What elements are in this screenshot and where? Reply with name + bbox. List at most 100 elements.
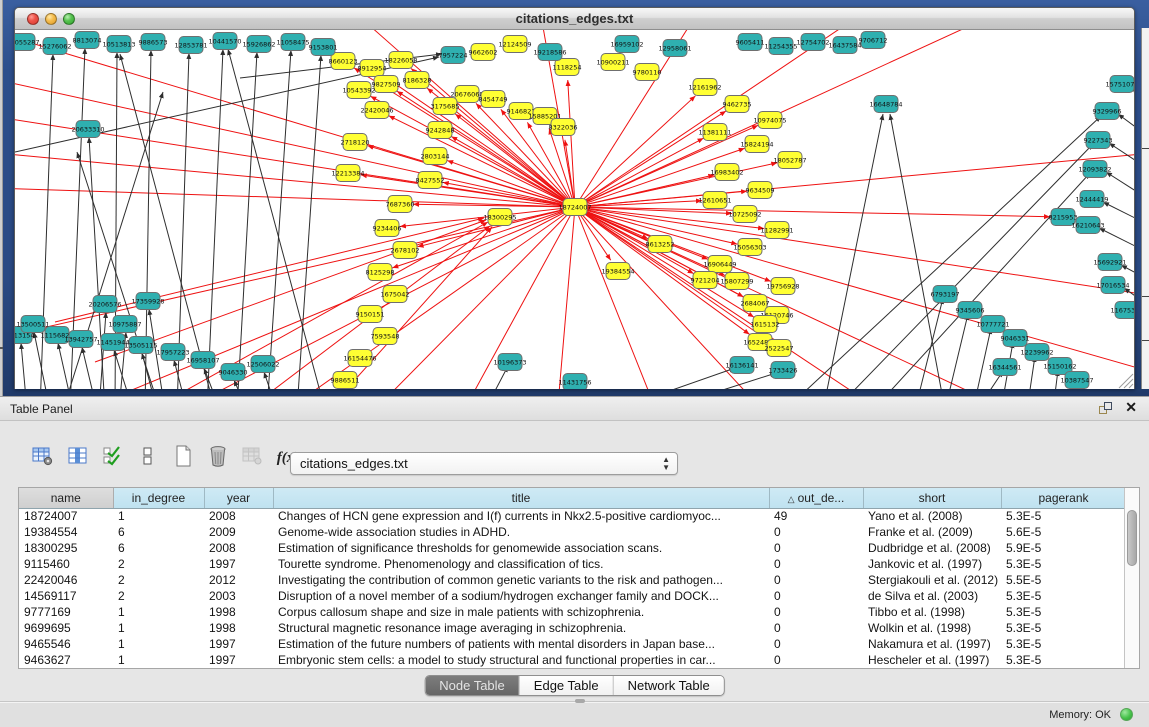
citation-edge-black[interactable] bbox=[177, 53, 189, 389]
table-cell[interactable]: 0 bbox=[769, 604, 863, 620]
table-cell[interactable]: Stergiakouli et al. (2012) bbox=[863, 572, 1001, 588]
graph-node-teal[interactable]: 6793197 bbox=[931, 286, 960, 303]
table-cell[interactable]: Tibbo et al. (1998) bbox=[863, 604, 1001, 620]
table-cell[interactable]: 22420046 bbox=[19, 572, 113, 588]
graph-node-yellow[interactable]: 8613252 bbox=[646, 236, 675, 253]
graph-node-teal[interactable]: 11431756 bbox=[558, 374, 591, 390]
table-cell[interactable]: Tourette syndrome. Phenomenology and cla… bbox=[273, 556, 769, 572]
graph-node-teal[interactable]: 17016534 bbox=[1096, 277, 1129, 294]
table-cell[interactable]: 9115460 bbox=[19, 556, 113, 572]
graph-node-teal[interactable]: 17957223 bbox=[156, 344, 189, 361]
citation-edge-red[interactable] bbox=[555, 207, 575, 389]
table-cell[interactable]: Estimation of significance thresholds fo… bbox=[273, 540, 769, 556]
graph-node-yellow[interactable]: 8186328 bbox=[403, 72, 432, 89]
table-cell[interactable]: 6 bbox=[113, 524, 204, 540]
graph-node-yellow[interactable]: 9827509 bbox=[372, 76, 401, 93]
table-cell[interactable]: Embryonic stem cells: a model to study s… bbox=[273, 652, 769, 668]
citation-edge-black[interactable] bbox=[1118, 114, 1134, 140]
citation-edge-red[interactable] bbox=[575, 175, 714, 207]
table-cell[interactable]: 0 bbox=[769, 636, 863, 652]
graph-node-yellow[interactable]: 10974075 bbox=[753, 112, 786, 129]
citation-edge-black[interactable] bbox=[207, 49, 223, 389]
tab-network-table[interactable]: Network Table bbox=[614, 676, 724, 695]
graph-node-yellow[interactable]: 18226058 bbox=[384, 52, 417, 69]
table-cell[interactable]: Disruption of a novel member of a sodium… bbox=[273, 588, 769, 604]
citation-edge-black[interactable] bbox=[234, 380, 247, 389]
table-cell[interactable]: 2003 bbox=[204, 588, 273, 604]
graph-node-yellow[interactable]: 3175685 bbox=[431, 98, 460, 115]
graph-node-yellow[interactable]: 12161962 bbox=[688, 79, 721, 96]
citation-edge-black[interactable] bbox=[82, 347, 97, 389]
table-row[interactable]: 1830029562008Estimation of significance … bbox=[19, 540, 1126, 556]
table-cell[interactable]: Changes of HCN gene expression and I(f) … bbox=[273, 508, 769, 524]
table-cell[interactable]: 0 bbox=[769, 556, 863, 572]
graph-node-yellow[interactable]: 10725092 bbox=[728, 206, 761, 223]
table-cell[interactable]: 5.5E-5 bbox=[1001, 572, 1126, 588]
table-row[interactable]: 969969511998Structural magnetic resonanc… bbox=[19, 620, 1126, 636]
column-header-short[interactable]: short bbox=[863, 488, 1001, 508]
graph-node-yellow[interactable]: 9662602 bbox=[469, 44, 498, 61]
table-row[interactable]: 2242004622012Investigating the contribut… bbox=[19, 572, 1126, 588]
citation-edge-red[interactable] bbox=[451, 136, 575, 207]
citation-edge-black[interactable] bbox=[973, 328, 991, 389]
graph-node-yellow[interactable]: 12124509 bbox=[498, 36, 531, 53]
graph-node-teal[interactable]: 11058475 bbox=[276, 34, 309, 51]
graph-node-yellow[interactable]: 11282991 bbox=[760, 222, 793, 239]
table-cell[interactable]: 5.3E-5 bbox=[1001, 508, 1126, 524]
float-panel-icon[interactable] bbox=[1099, 402, 1113, 416]
table-cell[interactable]: Estimation of the future numbers of pati… bbox=[273, 636, 769, 652]
table-row[interactable]: 911546021997Tourette syndrome. Phenomeno… bbox=[19, 556, 1126, 572]
graph-node-yellow[interactable]: 9150151 bbox=[356, 306, 385, 323]
citation-edge-red[interactable] bbox=[447, 160, 575, 207]
citation-edge-red[interactable] bbox=[575, 30, 715, 207]
graph-node-yellow[interactable]: 9242848 bbox=[426, 122, 455, 139]
column-header-title[interactable]: title bbox=[273, 488, 769, 508]
graph-node-teal[interactable]: 12093822 bbox=[1078, 161, 1111, 178]
table-row[interactable]: 977716911998Corpus callosum shape and si… bbox=[19, 604, 1126, 620]
graph-node-teal[interactable]: 10513813 bbox=[102, 36, 135, 53]
citation-edge-black[interactable] bbox=[1103, 202, 1134, 228]
graph-node-yellow[interactable]: 8125298 bbox=[366, 264, 395, 281]
table-cell[interactable]: 1 bbox=[113, 652, 204, 668]
table-cell[interactable]: 5.3E-5 bbox=[1001, 604, 1126, 620]
new-table-button[interactable] bbox=[170, 445, 196, 471]
graph-node-teal[interactable]: 17359928 bbox=[131, 293, 164, 310]
table-cell[interactable]: 14569117 bbox=[19, 588, 113, 604]
citation-edge-red[interactable] bbox=[575, 96, 695, 207]
table-row[interactable]: 1456911722003Disruption of a novel membe… bbox=[19, 588, 1126, 604]
graph-node-teal[interactable]: 9706712 bbox=[859, 32, 888, 49]
table-cell[interactable]: 1997 bbox=[204, 556, 273, 572]
graph-node-yellow[interactable]: 2718120 bbox=[341, 134, 370, 151]
graph-node-teal[interactable]: 13942757 bbox=[64, 331, 97, 348]
graph-node-teal[interactable]: 20206576 bbox=[88, 296, 121, 313]
table-cell[interactable]: 5.3E-5 bbox=[1001, 556, 1126, 572]
graph-node-teal[interactable]: 9046330 bbox=[219, 364, 248, 381]
table-cell[interactable]: 2008 bbox=[204, 540, 273, 556]
table-cell[interactable]: 2 bbox=[113, 588, 204, 604]
close-panel-icon[interactable]: ✕ bbox=[1125, 399, 1137, 416]
graph-node-teal[interactable]: 11254355 bbox=[764, 38, 797, 55]
graph-node-teal[interactable]: 1733426 bbox=[769, 362, 798, 379]
graph-node-teal[interactable]: 19218586 bbox=[533, 44, 566, 61]
citation-edge-black[interactable] bbox=[1109, 143, 1134, 172]
table-selector-dropdown[interactable]: citations_edges.txt ▲▼ bbox=[290, 452, 678, 475]
graph-node-teal[interactable]: 15751074 bbox=[1105, 76, 1134, 93]
graph-node-yellow[interactable]: 16983402 bbox=[710, 164, 743, 181]
citation-edge-black[interactable] bbox=[174, 360, 187, 389]
graph-node-yellow[interactable]: 9886511 bbox=[331, 372, 360, 389]
graph-node-yellow[interactable]: 22420046 bbox=[360, 102, 393, 119]
graph-node-yellow[interactable]: 9462735 bbox=[723, 96, 752, 113]
graph-node-yellow[interactable]: 7687360 bbox=[386, 196, 415, 213]
table-mode-button[interactable] bbox=[30, 445, 56, 471]
table-cell[interactable]: 1 bbox=[113, 604, 204, 620]
graph-node-yellow[interactable]: 8454749 bbox=[479, 91, 508, 108]
citation-edge-black[interactable] bbox=[660, 373, 776, 389]
graph-node-teal[interactable]: 10441570 bbox=[208, 33, 241, 50]
graph-node-teal[interactable]: 12444419 bbox=[1075, 191, 1108, 208]
graph-node-yellow[interactable]: 7593548 bbox=[371, 328, 400, 345]
graph-node-teal[interactable]: 16136141 bbox=[725, 357, 758, 374]
graph-node-teal[interactable]: 12239962 bbox=[1020, 344, 1053, 361]
graph-node-teal[interactable]: 16344561 bbox=[988, 359, 1021, 376]
citation-edge-black[interactable] bbox=[1106, 172, 1134, 202]
table-cell[interactable]: 18724007 bbox=[19, 508, 113, 524]
